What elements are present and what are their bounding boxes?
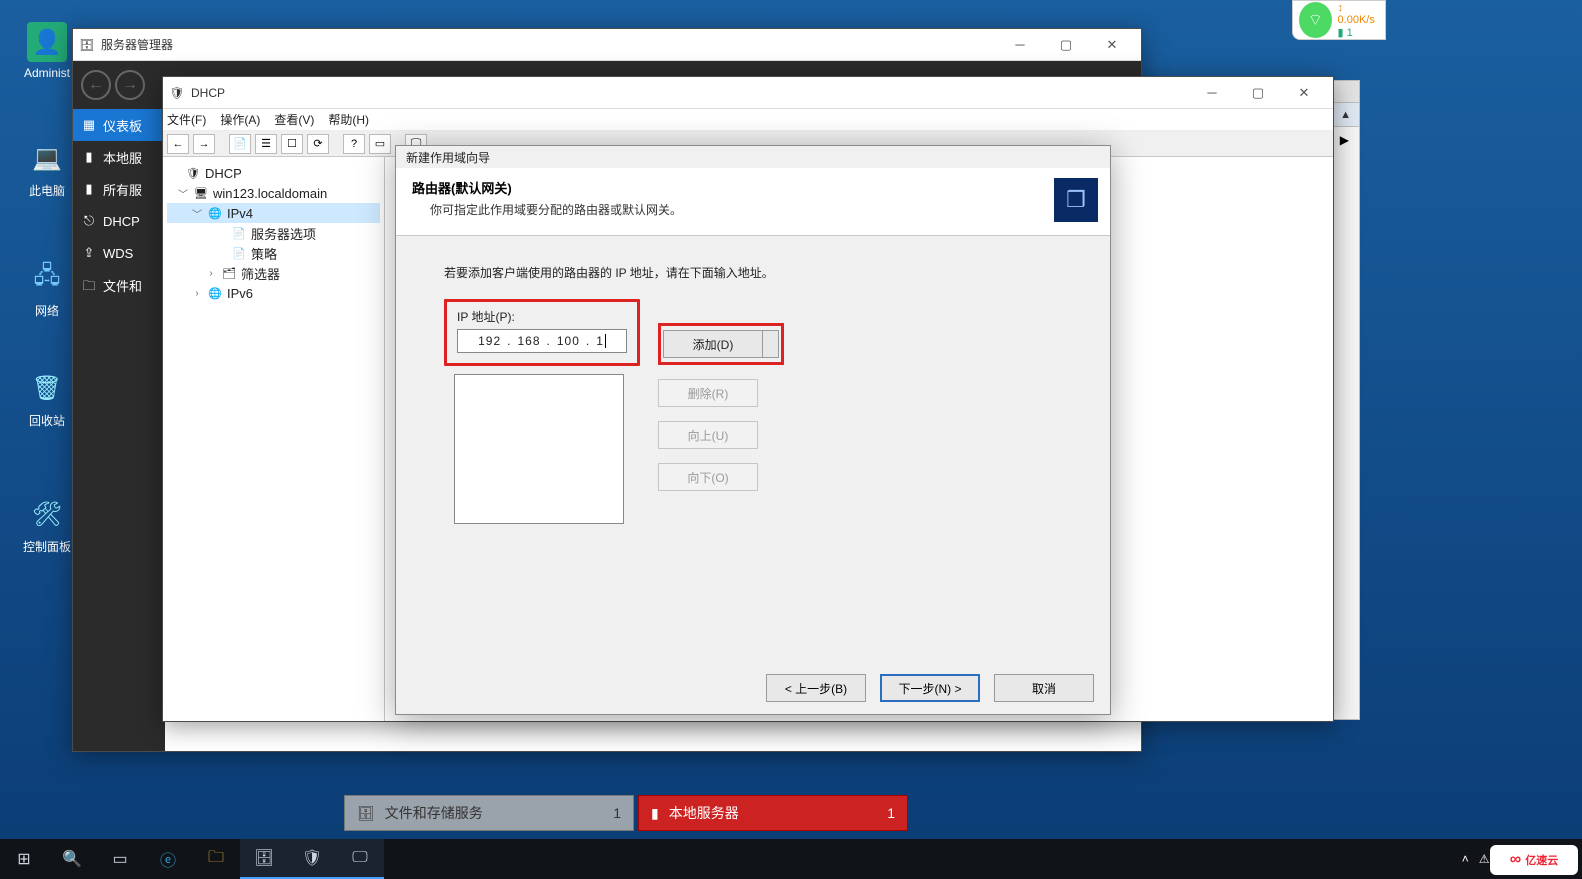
- menu-action[interactable]: 操作(A): [220, 111, 260, 128]
- back-button[interactable]: < 上一步(B): [766, 674, 866, 702]
- sidebar-item-local[interactable]: ▮本地服: [73, 141, 165, 173]
- sidebar-item-wds[interactable]: ⇪WDS: [73, 237, 165, 269]
- tree-filters[interactable]: ›🗂筛选器: [167, 263, 380, 283]
- ie-icon[interactable]: ⓔ: [144, 839, 192, 879]
- wizard-title: 新建作用域向导: [396, 146, 1110, 168]
- sidebar-item-dashboard[interactable]: ▦仪表板: [73, 109, 165, 141]
- tree-ipv4[interactable]: ﹀🌐IPv4: [167, 203, 380, 223]
- add-button[interactable]: 添加(D): [663, 330, 763, 358]
- task-server-manager[interactable]: 🗄: [240, 839, 288, 879]
- network-speed-overlay: ⌔ ↕ 0.00K/s ▮ 1: [1292, 0, 1386, 40]
- server-manager-titlebar[interactable]: 🗄 服务器管理器 ─ ▢ ✕: [73, 29, 1141, 61]
- tool-prop-icon[interactable]: ☐: [281, 134, 303, 154]
- task-dhcp[interactable]: 🛡: [288, 839, 336, 879]
- tool-refresh-icon[interactable]: ⟳: [307, 134, 329, 154]
- close-button[interactable]: ✕: [1089, 29, 1135, 61]
- task-monitor[interactable]: 🖵: [336, 839, 384, 879]
- ip-address-input[interactable]: 192. 168. 100. 1: [457, 329, 627, 353]
- watermark: ∞亿速云: [1490, 845, 1578, 875]
- tray-chevron-up-icon[interactable]: ˄: [1462, 852, 1469, 866]
- desktop: 👤 Administ 💻 此电脑 🖧 网络 🗑 回收站 🛠 控制面板 ⌔ ↕ 0…: [0, 0, 1582, 879]
- dhcp-icon: 🛡: [169, 85, 185, 101]
- server-manager-icon: 🗄: [79, 37, 95, 53]
- close-button[interactable]: ✕: [1281, 77, 1327, 109]
- menu-help[interactable]: 帮助(H): [328, 111, 369, 128]
- tray-network-warn-icon[interactable]: ⚠: [1479, 852, 1490, 866]
- maximize-button[interactable]: ▢: [1235, 77, 1281, 109]
- add-dropdown-icon[interactable]: [763, 330, 779, 358]
- sidebar-item-files[interactable]: 🗀文件和: [73, 269, 165, 301]
- chevron-up-icon[interactable]: ▲: [1340, 109, 1351, 121]
- wizard-heading: 路由器(默认网关): [412, 178, 1094, 197]
- ip-label: IP 地址(P):: [457, 308, 627, 325]
- chevron-right-icon: ▶: [1340, 133, 1349, 147]
- remove-button: 删除(R): [658, 379, 758, 407]
- tree-policies[interactable]: 📄策略: [167, 243, 380, 263]
- sidebar-item-dhcp[interactable]: ⎋DHCP: [73, 205, 165, 237]
- wizard-description: 你可指定此作用域要分配的路由器或默认网关。: [430, 201, 1094, 218]
- cancel-button[interactable]: 取消: [994, 674, 1094, 702]
- ip-input-group: IP 地址(P): 192. 168. 100. 1: [444, 299, 640, 366]
- tool-up-icon[interactable]: 📄: [229, 134, 251, 154]
- start-button[interactable]: ⊞: [0, 839, 48, 879]
- dhcp-tree: 🛡DHCP ﹀🖥win123.localdomain ﹀🌐IPv4 📄服务器选项…: [163, 157, 385, 721]
- tile-local-server[interactable]: ▮ 本地服务器 1: [638, 795, 908, 831]
- add-button-highlight: 添加(D): [658, 323, 784, 365]
- ip-listbox[interactable]: [454, 374, 624, 524]
- wifi-icon: ⌔: [1299, 2, 1332, 38]
- back-arrow-icon[interactable]: ←: [81, 70, 111, 100]
- menu-file[interactable]: 文件(F): [167, 111, 206, 128]
- menu-view[interactable]: 查看(V): [274, 111, 314, 128]
- tool-export-icon[interactable]: ▭: [369, 134, 391, 154]
- sidebar-item-all[interactable]: ▮所有服: [73, 173, 165, 205]
- taskbar: ⊞ 🔍 ▭ ⓔ 🗀 🗄 🛡 🖵 ˄ ⚠ 🔊 中 18:54 2019/: [0, 839, 1582, 879]
- maximize-button[interactable]: ▢: [1043, 29, 1089, 61]
- tool-fwd-icon[interactable]: →: [193, 134, 215, 154]
- tile-file-storage[interactable]: 🗄 文件和存储服务 1: [344, 795, 634, 831]
- explorer-icon[interactable]: 🗀: [192, 839, 240, 879]
- tool-back-icon[interactable]: ←: [167, 134, 189, 154]
- minimize-button[interactable]: ─: [997, 29, 1043, 61]
- next-button[interactable]: 下一步(N) >: [880, 674, 980, 702]
- forward-arrow-icon[interactable]: →: [115, 70, 145, 100]
- window-title: DHCP: [191, 86, 225, 100]
- up-button: 向上(U): [658, 421, 758, 449]
- down-button: 向下(O): [658, 463, 758, 491]
- window-title: 服务器管理器: [101, 36, 173, 53]
- wizard-header-icon: ❒: [1054, 178, 1098, 222]
- new-scope-wizard: 新建作用域向导 路由器(默认网关) 你可指定此作用域要分配的路由器或默认网关。 …: [395, 145, 1111, 715]
- wizard-instruction: 若要添加客户端使用的路由器的 IP 地址，请在下面输入地址。: [444, 264, 1062, 281]
- taskview-icon[interactable]: ▭: [96, 839, 144, 879]
- dhcp-titlebar[interactable]: 🛡 DHCP ─ ▢ ✕: [163, 77, 1333, 109]
- tool-help-icon[interactable]: ?: [343, 134, 365, 154]
- server-manager-sidebar: ▦仪表板 ▮本地服 ▮所有服 ⎋DHCP ⇪WDS 🗀文件和: [73, 109, 165, 751]
- menu-bar: 文件(F) 操作(A) 查看(V) 帮助(H): [163, 109, 1333, 131]
- tree-ipv6[interactable]: ›🌐IPv6: [167, 283, 380, 303]
- tree-server[interactable]: ﹀🖥win123.localdomain: [167, 183, 380, 203]
- tree-server-options[interactable]: 📄服务器选项: [167, 223, 380, 243]
- minimize-button[interactable]: ─: [1189, 77, 1235, 109]
- tree-root[interactable]: 🛡DHCP: [167, 163, 380, 183]
- tool-list-icon[interactable]: ☰: [255, 134, 277, 154]
- search-icon[interactable]: 🔍: [48, 839, 96, 879]
